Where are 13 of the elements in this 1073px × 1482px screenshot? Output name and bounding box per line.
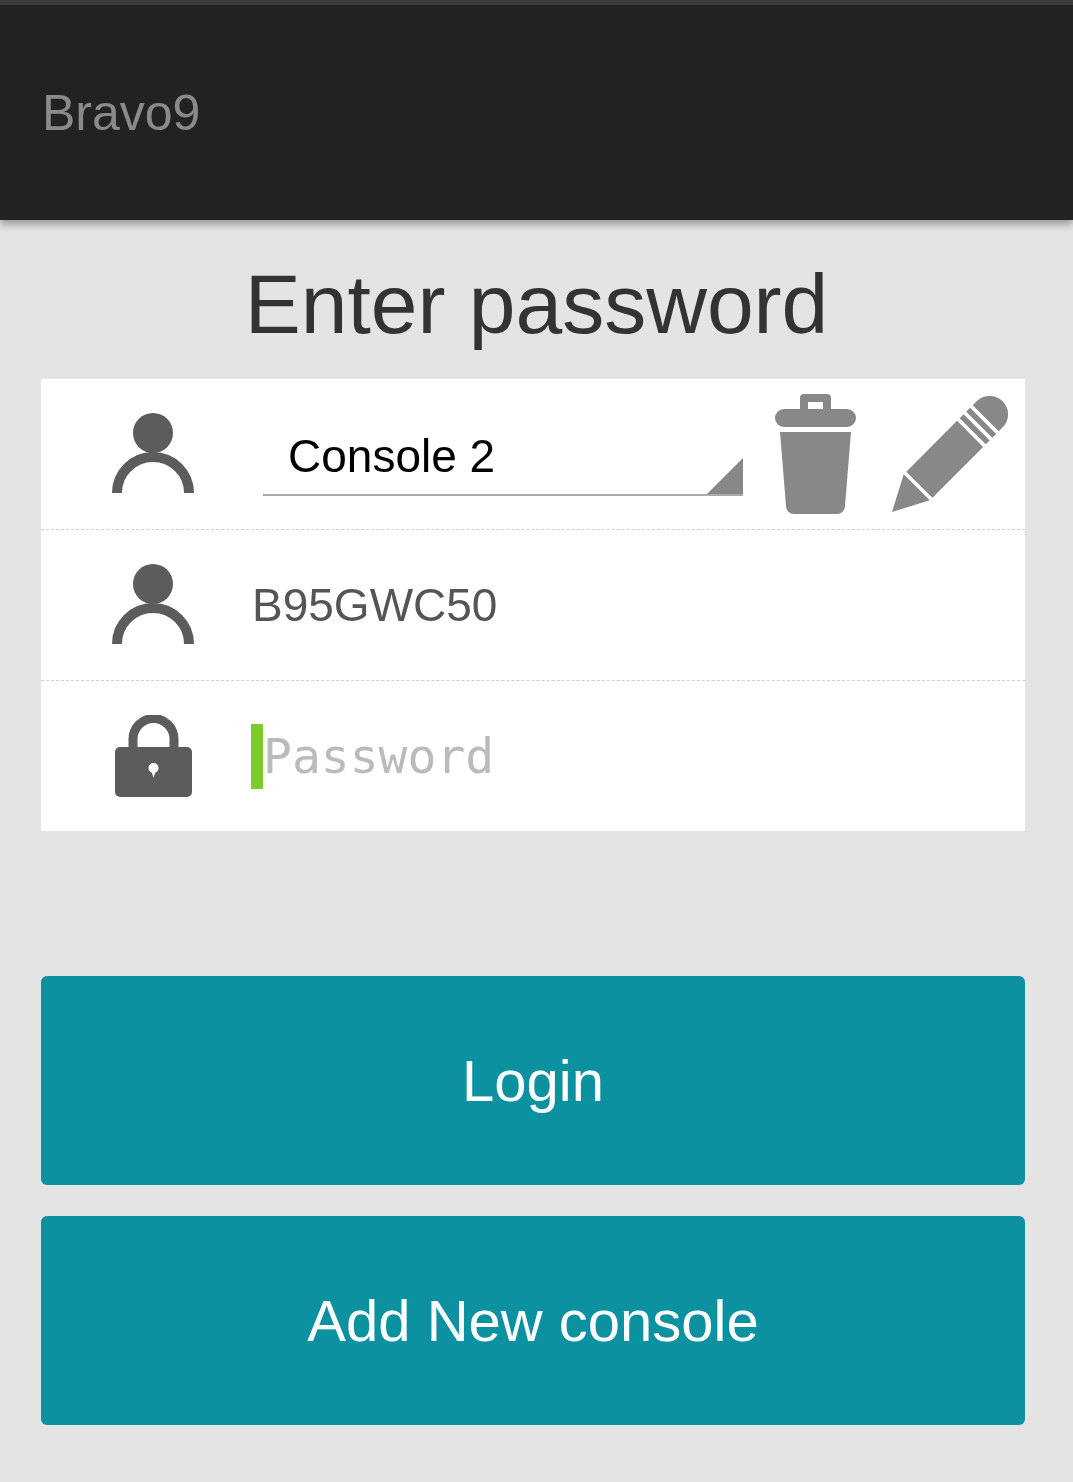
action-button[interactable]: Add New console xyxy=(41,1216,1025,1425)
password-field[interactable]: Password xyxy=(263,721,963,791)
action-button[interactable]: Login xyxy=(41,976,1025,1185)
pencil-icon[interactable] xyxy=(892,394,1008,514)
app-title: Bravo9 xyxy=(42,87,201,138)
lock-icon xyxy=(115,715,192,797)
console-dropdown[interactable]: Console 2 xyxy=(263,418,743,496)
user-icon xyxy=(112,564,194,646)
dropdown-triangle-icon xyxy=(707,458,743,494)
page-heading: Enter password xyxy=(243,256,830,353)
username-text: B95GWC50 xyxy=(252,582,498,628)
user-icon xyxy=(112,413,194,495)
trash-icon[interactable] xyxy=(775,394,856,514)
